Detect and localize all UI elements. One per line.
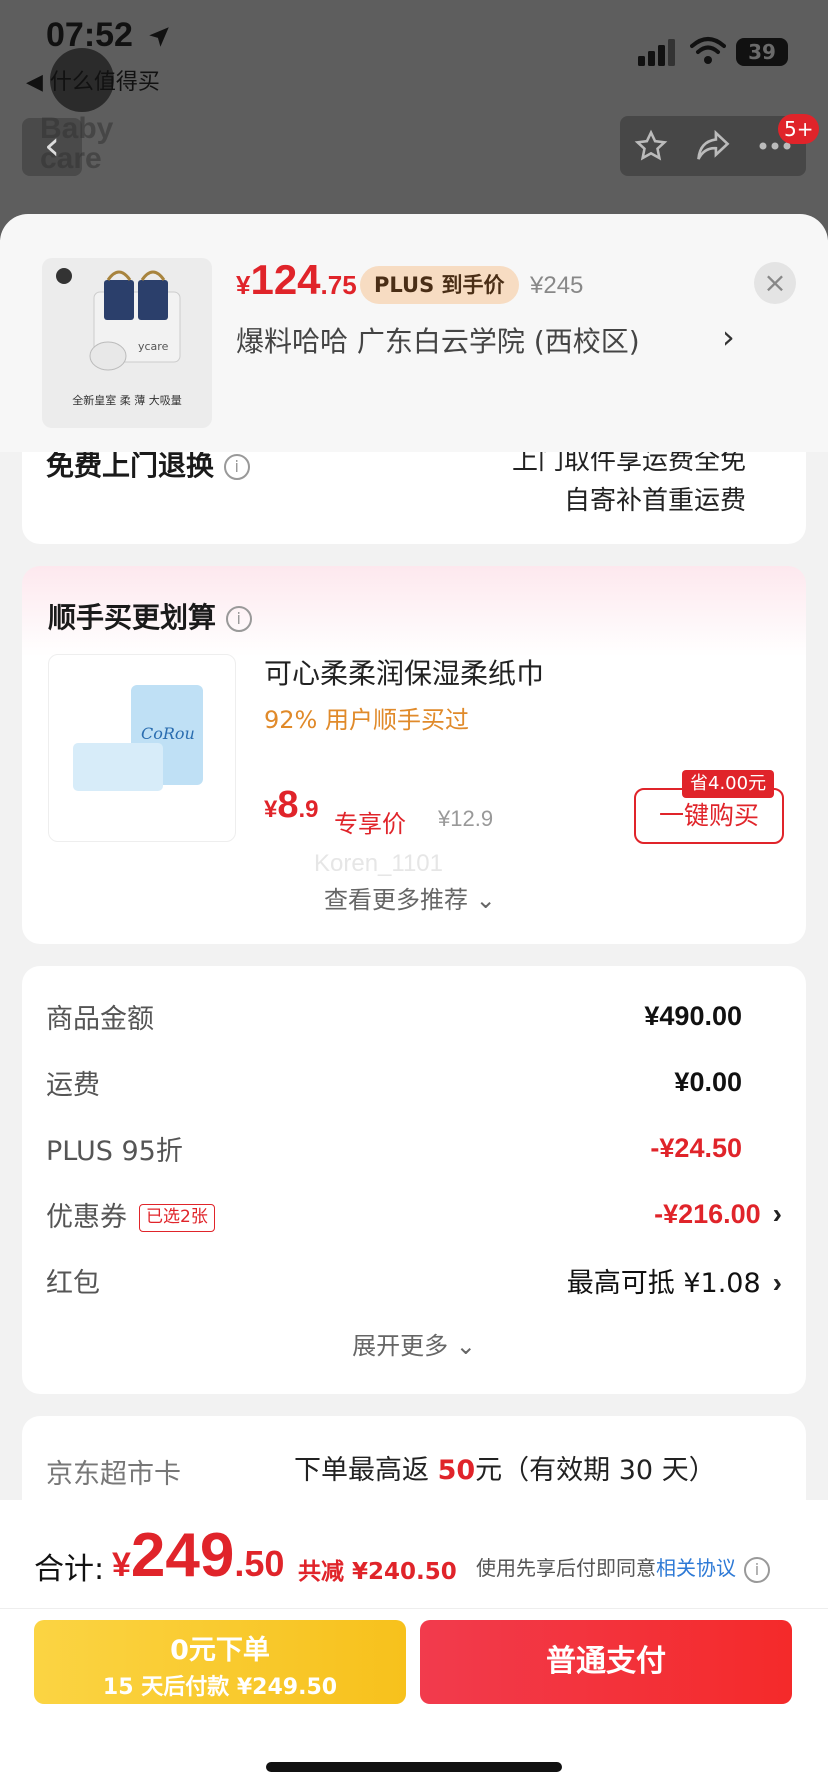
cost-row-red-packet[interactable]: 红包 最高可抵 ¥1.08 ›	[46, 1260, 782, 1300]
cost-row-plus-discount: PLUS 95折 -¥24.50	[46, 1128, 782, 1168]
agreement-notice: 使用先享后付即同意相关协议 i	[476, 1552, 770, 1583]
cost-value: ¥0.00	[674, 1066, 742, 1097]
jd-offer-amount: 50	[437, 1455, 476, 1486]
cost-row-goods: 商品金额 ¥490.00	[46, 996, 782, 1036]
info-icon[interactable]: i	[744, 1556, 770, 1583]
price-decimal: .50	[234, 1543, 285, 1584]
chevron-down-icon: ⌄	[455, 1332, 476, 1360]
more-recommendations-link[interactable]: 查看更多推荐 ⌄	[324, 880, 496, 915]
price-currency: ¥	[236, 270, 251, 300]
close-icon: ×	[763, 266, 787, 299]
star-icon[interactable]	[634, 129, 668, 163]
cost-row-coupon[interactable]: 优惠券 已选2张 -¥216.00 ›	[46, 1194, 782, 1234]
share-icon[interactable]	[695, 130, 731, 162]
cost-label: 运费	[46, 1069, 100, 1101]
jd-offer-suffix: 元（有效期 30 天）	[475, 1455, 716, 1486]
cost-value: ¥490.00	[644, 1000, 742, 1031]
thumbnail-caption: 全新皇室 柔 薄 大吸量	[72, 394, 182, 407]
watermark-text: Koren_1101	[314, 850, 443, 877]
jd-card-offer: 下单最高返 50元（有效期 30 天）	[294, 1448, 716, 1487]
notification-badge: 5+	[778, 114, 820, 144]
recommendation-title: 顺手买更划算 i	[48, 596, 252, 636]
agreement-link[interactable]: 相关协议	[656, 1556, 736, 1580]
order-summary-popup: ycare 全新皇室 柔 薄 大吸量 ¥124.75 PLUS 到手价 ¥245…	[0, 214, 828, 452]
pay-later-terms: 15 天后付款 ¥249.50	[102, 1675, 338, 1700]
price-currency: ¥	[112, 1546, 131, 1584]
agreement-text: 使用先享后付即同意	[476, 1556, 656, 1580]
recommendation-card: 顺手买更划算 i CoRou 可心柔柔润保湿柔纸巾 92% 用户顺手买过 ¥8.…	[22, 566, 806, 944]
chevron-down-icon: ⌄	[475, 886, 496, 914]
expand-more-link[interactable]: 展开更多 ⌄	[22, 1326, 806, 1361]
savings-badge: 省4.00元	[682, 770, 775, 798]
svg-text:CoRou: CoRou	[141, 724, 195, 743]
info-icon[interactable]: i	[223, 454, 250, 480]
delivery-address[interactable]: 爆料哈哈 广东白云学院 (西校区)	[236, 320, 640, 360]
original-price: ¥245	[530, 272, 584, 299]
cost-row-shipping: 运费 ¥0.00	[46, 1062, 782, 1102]
brand-logo: Baby care	[40, 112, 114, 175]
cost-label: PLUS 95折	[46, 1135, 183, 1167]
price-integer: 124	[250, 256, 321, 303]
price-decimal: .9	[298, 796, 319, 823]
signal-icon	[638, 39, 675, 66]
recommended-product-image[interactable]: CoRou	[48, 654, 236, 842]
cost-label: 红包	[46, 1267, 100, 1299]
price-integer: 8	[277, 784, 299, 826]
total-label: 合计:	[34, 1552, 105, 1587]
cost-value: 最高可抵 ¥1.08 ›	[567, 1261, 782, 1300]
battery-icon: 39	[736, 38, 788, 66]
pay-later-button[interactable]: 0元下单 15 天后付款 ¥249.50	[34, 1620, 406, 1704]
chevron-right-icon[interactable]: ›	[722, 318, 735, 356]
status-time: 07:52	[46, 16, 133, 54]
tissue-package-image: CoRou	[73, 685, 203, 791]
cost-label: 商品金额	[46, 1003, 154, 1035]
recommended-original-price: ¥12.9	[438, 806, 494, 831]
summary-price: ¥124.75	[236, 256, 357, 304]
home-indicator	[266, 1762, 562, 1772]
cost-label: 优惠券 已选2张	[46, 1195, 215, 1234]
coupon-value: -¥216.00	[654, 1199, 761, 1229]
chevron-right-icon: ›	[772, 1198, 782, 1229]
cost-value: -¥24.50	[650, 1132, 742, 1163]
checkout-bar: 合计: ¥249.50 共减 ¥240.50 使用先享后付即同意相关协议 i 0元…	[0, 1500, 828, 1792]
location-arrow-icon	[149, 27, 169, 47]
info-icon[interactable]: i	[225, 606, 252, 632]
exclusive-price-label: 专享价	[334, 810, 406, 838]
divider	[0, 1608, 828, 1609]
coupon-label: 优惠券	[46, 1201, 127, 1233]
coupon-selected-tag: 已选2张	[139, 1204, 215, 1232]
price-decimal: .75	[320, 270, 357, 300]
returns-self-ship-text: 自寄补首重运费	[563, 486, 746, 516]
product-thumbnail: ycare 全新皇室 柔 薄 大吸量	[42, 258, 212, 428]
jd-offer-prefix: 下单最高返	[294, 1455, 438, 1486]
total-savings: 共减 ¥240.50	[298, 1559, 457, 1585]
recommended-product-name[interactable]: 可心柔柔润保湿柔纸巾	[264, 652, 544, 692]
recommendation-title-text: 顺手买更划算	[48, 601, 217, 634]
jd-card-label: 京东超市卡	[46, 1459, 181, 1490]
red-packet-value: 最高可抵 ¥1.08	[566, 1267, 761, 1299]
normal-pay-button[interactable]: 普通支付	[420, 1620, 792, 1704]
close-button[interactable]: ×	[754, 262, 796, 304]
expand-more-label: 展开更多	[352, 1332, 449, 1360]
price-breakdown-card: 商品金额 ¥490.00 运费 ¥0.00 PLUS 95折 -¥24.50 优…	[22, 966, 806, 1394]
price-currency: ¥	[264, 796, 278, 823]
cost-value: -¥216.00 ›	[654, 1198, 782, 1230]
more-recommendations-label: 查看更多推荐	[324, 886, 468, 914]
svg-text:ycare: ycare	[138, 340, 169, 353]
wifi-icon	[690, 37, 726, 64]
chevron-right-icon: ›	[772, 1266, 782, 1298]
returns-title-text: 免费上门退换	[46, 449, 215, 482]
pay-later-label: 0元下单	[170, 1635, 270, 1666]
plus-price-tag: PLUS 到手价	[360, 266, 519, 304]
recommended-price: ¥8.9	[264, 784, 319, 827]
recommended-buy-rate: 92% 用户顺手买过	[264, 706, 469, 734]
back-to-app-link[interactable]: ◀ 什么值得买	[26, 64, 160, 96]
total-price: ¥249.50	[112, 1520, 284, 1591]
price-integer: 249	[130, 1521, 235, 1590]
